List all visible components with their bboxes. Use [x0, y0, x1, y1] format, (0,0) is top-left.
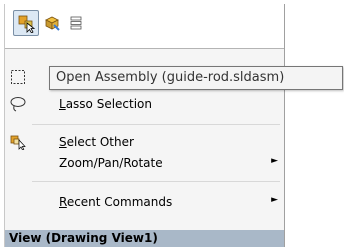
tooltip: Open Assembly (guide-rod.sldasm) — [49, 66, 343, 90]
menu-item-accel: L — [59, 97, 66, 111]
open-assembly-icon — [18, 15, 36, 33]
section-header-label: View (Drawing View1) — [9, 231, 158, 245]
menu-item-label: ecent Commands — [66, 195, 173, 209]
menu-item-accel: R — [59, 195, 67, 209]
menu-item-recent-commands[interactable]: Recent Commands ► — [5, 191, 284, 213]
menu-item-label: elect Other — [66, 135, 134, 149]
context-menu: Lasso Selection Select Other Zoom/Pan/Ro… — [4, 4, 285, 247]
list-button[interactable] — [65, 12, 87, 34]
section-header-view: View (Drawing View1) — [5, 230, 284, 247]
box-select-icon — [9, 69, 27, 85]
menu-separator — [32, 124, 280, 125]
tooltip-text: Open Assembly (guide-rod.sldasm) — [56, 70, 285, 85]
open-part-icon — [45, 16, 60, 31]
menu-item-zoom-pan-rotate[interactable]: Zoom/Pan/Rotate ► — [5, 152, 284, 174]
open-assembly-button[interactable] — [13, 10, 39, 36]
open-part-button[interactable] — [41, 12, 63, 34]
submenu-arrow-icon: ► — [271, 156, 278, 166]
menu-item-lasso-selection[interactable]: Lasso Selection — [5, 93, 284, 115]
menu-item-accel: S — [59, 135, 67, 149]
list-icon — [70, 16, 82, 30]
menu-item-select-other[interactable]: Select Other — [5, 131, 284, 153]
menu-item-label: asso Selection — [65, 97, 153, 111]
context-toolbar — [5, 4, 284, 49]
menu-separator — [32, 181, 280, 182]
select-other-icon — [9, 134, 27, 150]
lasso-icon — [9, 96, 27, 112]
submenu-arrow-icon: ► — [271, 195, 278, 205]
menu-item-label: Zoom/Pan/Rotate — [59, 156, 163, 170]
